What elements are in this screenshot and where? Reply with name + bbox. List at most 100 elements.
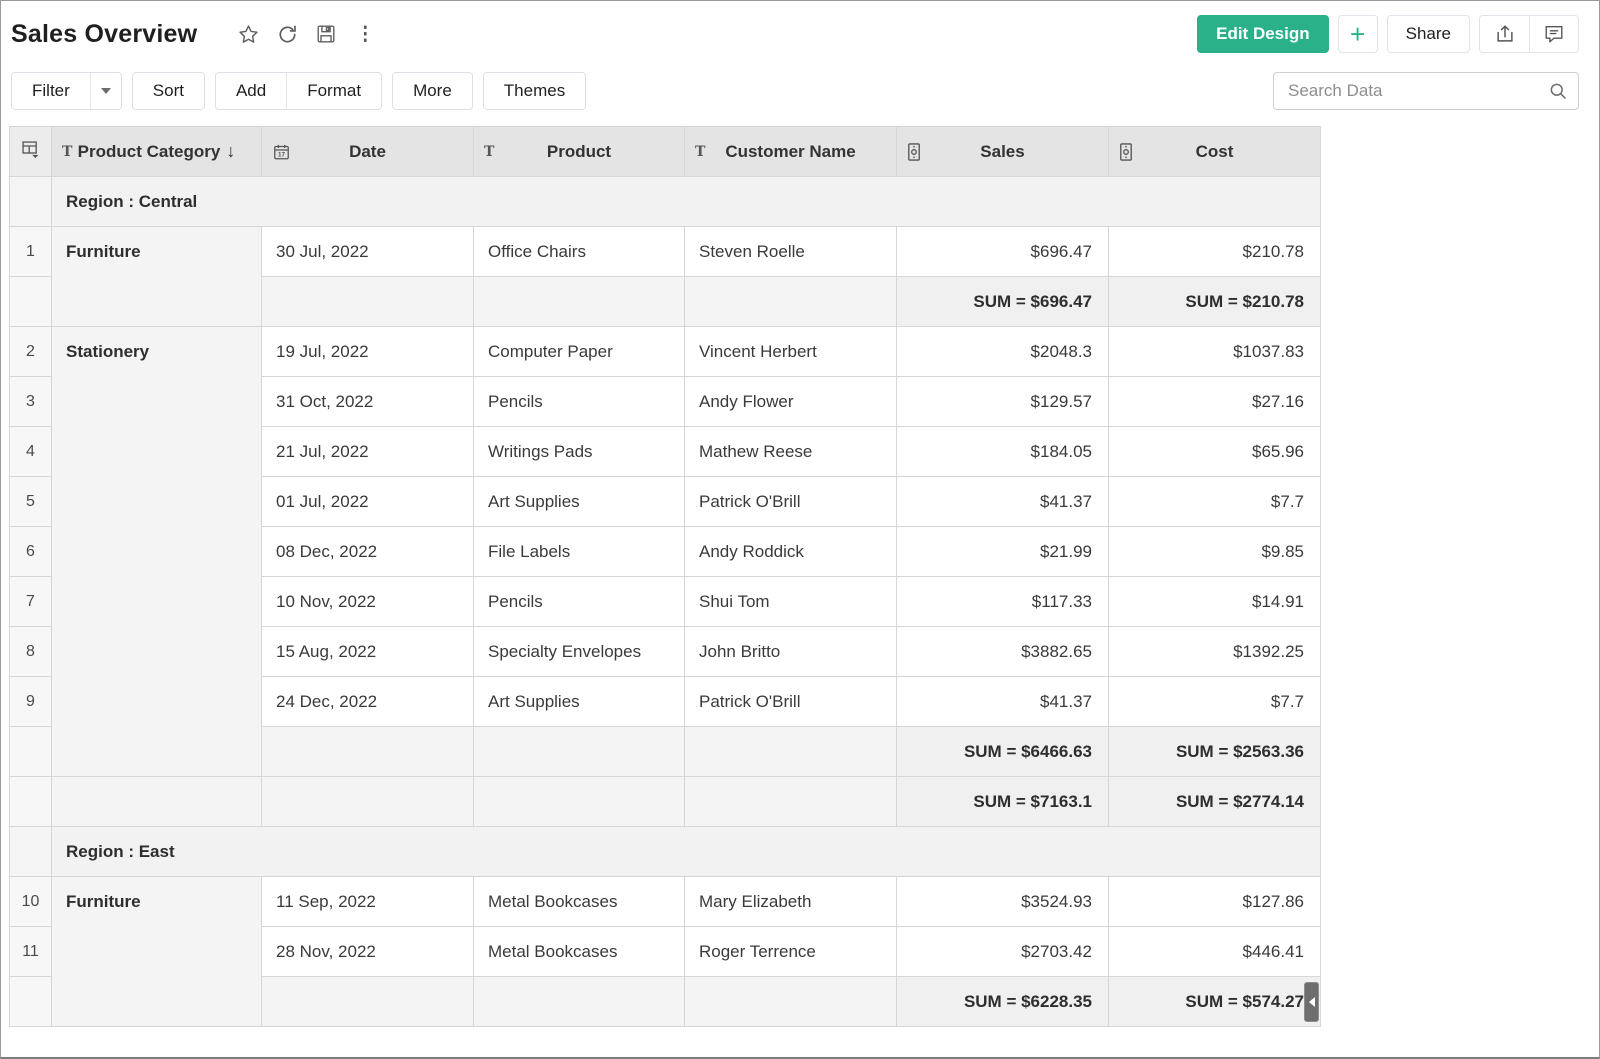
cell-sales[interactable]: $696.47 xyxy=(896,226,1109,277)
text-type-icon: T xyxy=(484,143,495,160)
cell-date[interactable]: 11 Sep, 2022 xyxy=(261,876,474,927)
column-header-product[interactable]: T Product xyxy=(473,126,685,177)
column-header-product-category[interactable]: T Product Category ↓ xyxy=(51,126,262,177)
cell-date[interactable]: 08 Dec, 2022 xyxy=(261,526,474,577)
favorite-star-icon[interactable] xyxy=(235,21,261,47)
share-button[interactable]: Share xyxy=(1386,15,1470,53)
cell-product[interactable]: Metal Bookcases xyxy=(473,926,685,977)
cell-date[interactable]: 24 Dec, 2022 xyxy=(261,676,474,727)
sum-sales: SUM = $696.47 xyxy=(896,276,1109,327)
cell-sales[interactable]: $184.05 xyxy=(896,426,1109,477)
add-new-button[interactable]: + xyxy=(1337,15,1378,53)
cell-sales[interactable]: $2048.3 xyxy=(896,326,1109,377)
cell-sales[interactable]: $41.37 xyxy=(896,476,1109,527)
cell-date-empty xyxy=(261,776,474,827)
more-button[interactable]: More xyxy=(393,73,472,109)
column-header-date[interactable]: 17 Date xyxy=(261,126,474,177)
column-header-label: Sales xyxy=(980,141,1025,161)
column-header-row-selector[interactable] xyxy=(9,126,52,177)
cell-product-category[interactable]: Furniture xyxy=(51,876,262,1027)
cell-sales[interactable]: $2703.42 xyxy=(896,926,1109,977)
cell-customer-name[interactable]: Steven Roelle xyxy=(684,226,897,277)
add-button[interactable]: Add xyxy=(215,73,287,109)
cell-product[interactable]: Writings Pads xyxy=(473,426,685,477)
region-group-label: Region : East xyxy=(51,826,1321,877)
comments-button[interactable] xyxy=(1529,16,1578,52)
cell-customer-name[interactable]: Patrick O'Brill xyxy=(684,476,897,527)
cell-customer-name[interactable]: Shui Tom xyxy=(684,576,897,627)
cell-product[interactable]: Pencils xyxy=(473,376,685,427)
cell-cost[interactable]: $1392.25 xyxy=(1108,626,1321,677)
edit-design-button[interactable]: Edit Design xyxy=(1197,15,1329,53)
cell-cost[interactable]: $27.16 xyxy=(1108,376,1321,427)
more-options-kebab-icon[interactable]: ⋮ xyxy=(352,21,378,47)
cell-product[interactable]: File Labels xyxy=(473,526,685,577)
sum-sales: SUM = $7163.1 xyxy=(896,776,1109,827)
region-group-row: Region : Central xyxy=(9,176,1321,227)
cell-product-empty xyxy=(473,976,685,1027)
search-input[interactable] xyxy=(1288,81,1548,101)
cell-sales[interactable]: $3524.93 xyxy=(896,876,1109,927)
horizontal-scroll-handle[interactable] xyxy=(1304,981,1319,1022)
format-button[interactable]: Format xyxy=(286,73,382,109)
cell-cost[interactable]: $1037.83 xyxy=(1108,326,1321,377)
column-header-cost[interactable]: Cost xyxy=(1108,126,1321,177)
cell-date[interactable]: 21 Jul, 2022 xyxy=(261,426,474,477)
cell-product[interactable]: Art Supplies xyxy=(473,676,685,727)
cell-product-category[interactable]: Stationery xyxy=(51,326,262,777)
cell-product[interactable]: Computer Paper xyxy=(473,326,685,377)
cell-date[interactable]: 28 Nov, 2022 xyxy=(261,926,474,977)
filter-button-label[interactable]: Filter xyxy=(12,73,90,109)
cell-cost[interactable]: $7.7 xyxy=(1108,476,1321,527)
column-header-label: Customer Name xyxy=(725,141,856,161)
cell-date[interactable]: 31 Oct, 2022 xyxy=(261,376,474,427)
cell-cost[interactable]: $65.96 xyxy=(1108,426,1321,477)
cell-customer-name[interactable]: Mathew Reese xyxy=(684,426,897,477)
cell-date[interactable]: 19 Jul, 2022 xyxy=(261,326,474,377)
cell-sales[interactable]: $21.99 xyxy=(896,526,1109,577)
cell-product[interactable]: Office Chairs xyxy=(473,226,685,277)
row-number-cell xyxy=(9,976,52,1027)
cell-cost[interactable]: $9.85 xyxy=(1108,526,1321,577)
cell-product-category[interactable]: Furniture xyxy=(51,226,262,327)
column-header-customer-name[interactable]: T Customer Name xyxy=(684,126,897,177)
cell-cost[interactable]: $127.86 xyxy=(1108,876,1321,927)
cell-date[interactable]: 15 Aug, 2022 xyxy=(261,626,474,677)
cell-cost[interactable]: $7.7 xyxy=(1108,676,1321,727)
refresh-icon[interactable] xyxy=(274,21,300,47)
cell-customer-empty xyxy=(684,776,897,827)
column-header-sales[interactable]: Sales xyxy=(896,126,1109,177)
cell-customer-name[interactable]: Mary Elizabeth xyxy=(684,876,897,927)
cell-sales[interactable]: $41.37 xyxy=(896,676,1109,727)
cell-date[interactable]: 30 Jul, 2022 xyxy=(261,226,474,277)
cell-product[interactable]: Metal Bookcases xyxy=(473,876,685,927)
filter-dropdown-toggle[interactable] xyxy=(89,73,121,109)
row-number: 5 xyxy=(9,476,52,527)
cell-customer-name[interactable]: Andy Flower xyxy=(684,376,897,427)
cell-cost[interactable]: $14.91 xyxy=(1108,576,1321,627)
currency-icon xyxy=(1119,142,1133,161)
cell-product[interactable]: Specialty Envelopes xyxy=(473,626,685,677)
cell-product[interactable]: Pencils xyxy=(473,576,685,627)
sales-data-table: T Product Category ↓ 17 Date T Product T Custome… xyxy=(9,126,1321,1027)
cell-customer-name[interactable]: Vincent Herbert xyxy=(684,326,897,377)
cell-product[interactable]: Art Supplies xyxy=(473,476,685,527)
row-number: 9 xyxy=(9,676,52,727)
cell-sales[interactable]: $3882.65 xyxy=(896,626,1109,677)
sort-button[interactable]: Sort xyxy=(132,73,204,109)
cell-cost[interactable]: $210.78 xyxy=(1108,226,1321,277)
save-icon[interactable] xyxy=(313,21,339,47)
table-row: 10 Furniture 11 Sep, 2022 Metal Bookcases Ma… xyxy=(9,876,1321,1027)
cell-date[interactable]: 10 Nov, 2022 xyxy=(261,576,474,627)
cell-customer-name[interactable]: Roger Terrence xyxy=(684,926,897,977)
export-button[interactable] xyxy=(1480,16,1529,52)
themes-button[interactable]: Themes xyxy=(483,73,586,109)
cell-sales[interactable]: $129.57 xyxy=(896,376,1109,427)
cell-customer-name[interactable]: Patrick O'Brill xyxy=(684,676,897,727)
comments-icon xyxy=(1545,25,1563,43)
cell-customer-name[interactable]: Andy Roddick xyxy=(684,526,897,577)
cell-customer-name[interactable]: John Britto xyxy=(684,626,897,677)
cell-sales[interactable]: $117.33 xyxy=(896,576,1109,627)
cell-cost[interactable]: $446.41 xyxy=(1108,926,1321,977)
cell-date[interactable]: 01 Jul, 2022 xyxy=(261,476,474,527)
